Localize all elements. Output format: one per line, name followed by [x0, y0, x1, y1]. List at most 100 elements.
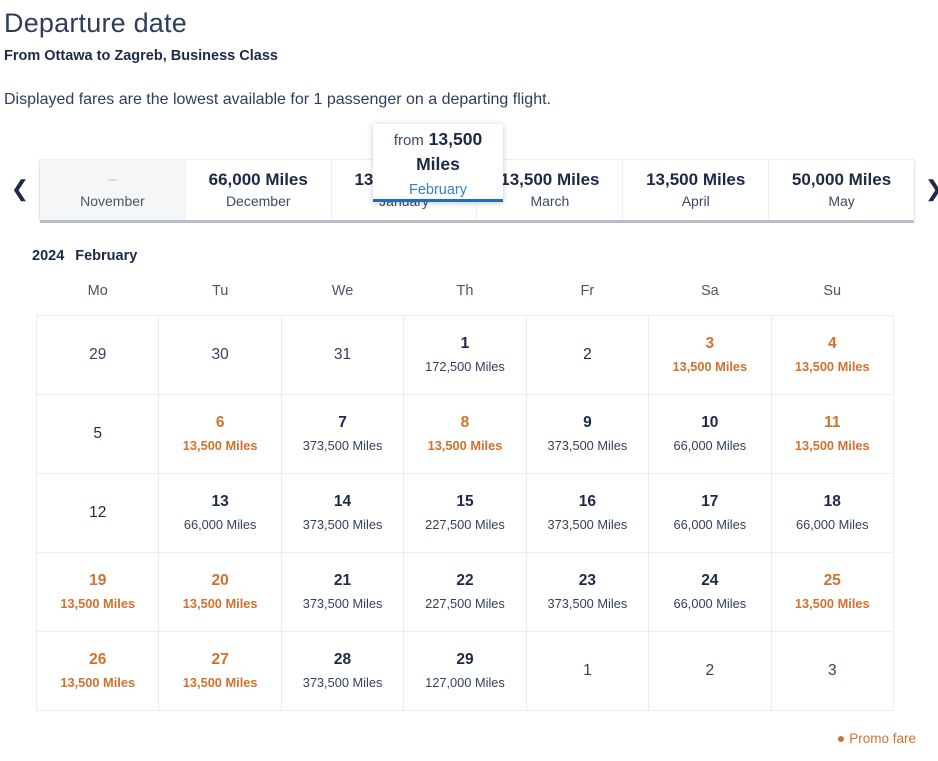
day-fare: 66,000 Miles — [183, 517, 257, 532]
day-number: 22 — [456, 572, 474, 589]
month-tab-december[interactable]: 66,000 Miles December — [185, 160, 332, 220]
day-fare: 373,500 Miles — [302, 596, 383, 611]
day-number: 8 — [460, 414, 470, 431]
day-fare: 13,500 Miles — [60, 675, 136, 690]
month-tab-april[interactable]: 13,500 Miles April — [623, 160, 770, 220]
day-number: 14 — [333, 493, 352, 510]
weekday-we: We — [331, 283, 354, 299]
weekday-fr: Fr — [580, 283, 595, 299]
day-cell-10[interactable]: 10 66,000 Miles — [648, 394, 772, 474]
day-number: 1 — [460, 335, 470, 352]
promo-legend-label: Promo fare — [849, 731, 916, 746]
day-cell-16[interactable]: 16 373,500 Miles — [525, 473, 650, 553]
month-tab-november[interactable]: – November — [40, 160, 186, 220]
day-fare: 66,000 Miles — [673, 438, 747, 453]
day-number: 28 — [333, 651, 352, 668]
day-number: 17 — [701, 493, 719, 510]
calendar-week-row: 5 6 13,500 Miles 7 373,500 Miles 8 13,500 Mile… — [35, 394, 895, 474]
day-fare: 13,500 Miles — [794, 359, 870, 374]
day-fare: 127,000 Miles — [425, 675, 505, 690]
calendar-week-row: 12 13 66,000 Miles 14 373,500 Miles 15 227,500… — [35, 473, 895, 553]
chevron-right-icon[interactable]: ❯ — [922, 172, 938, 206]
day-fare: 227,500 Miles — [425, 517, 505, 532]
day-cell-26[interactable]: 26 13,500 Miles — [35, 631, 160, 711]
day-number: 25 — [823, 572, 841, 589]
day-number: 18 — [823, 493, 841, 510]
calendar-week-row: 26 13,500 Miles 27 13,500 Miles 28 373,500 Mi… — [35, 631, 895, 711]
day-fare: 172,500 Miles — [425, 359, 505, 374]
day-cell-9[interactable]: 9 373,500 Miles — [525, 394, 650, 474]
calendar-month-name: February — [75, 248, 138, 264]
day-cell-28[interactable]: 28 373,500 Miles — [280, 631, 405, 711]
day-number: 29 — [89, 346, 107, 363]
day-number: 19 — [89, 572, 107, 589]
day-cell-6[interactable]: 6 13,500 Miles — [158, 394, 282, 474]
month-tab-fare: 13,500 Miles — [500, 170, 600, 189]
promo-fare-legend: Promo fare — [838, 731, 916, 746]
day-number: 12 — [89, 504, 107, 521]
day-cell-20[interactable]: 20 13,500 Miles — [158, 552, 282, 632]
day-number: 3 — [827, 662, 837, 679]
day-number: 13 — [211, 493, 229, 510]
day-cell-3[interactable]: 3 13,500 Miles — [648, 315, 772, 395]
day-cell-23[interactable]: 23 373,500 Miles — [525, 552, 650, 632]
day-number: 26 — [89, 651, 107, 668]
day-number: 5 — [93, 425, 103, 442]
day-cell-29: 29 — [35, 315, 160, 395]
month-carousel: ❮ ❯ – November 66,000 Miles December 13,500 … — [0, 124, 938, 234]
day-fare: 373,500 Miles — [302, 517, 383, 532]
calendar-body: 29 30 31 1 172,500 Miles 2 3 13,500 Miles 4 13,50… — [35, 315, 895, 711]
month-tab-may[interactable]: 50,000 Miles May — [769, 160, 914, 220]
month-tab-fare: 66,000 Miles — [208, 170, 308, 189]
day-fare: 13,500 Miles — [182, 675, 258, 690]
route-summary: From Ottawa to Zagreb, Business Class — [4, 48, 278, 64]
active-month-fare: 13,500 Miles — [416, 129, 483, 174]
day-cell-7[interactable]: 7 373,500 Miles — [280, 394, 405, 474]
day-number: 27 — [211, 651, 229, 668]
month-tab-label: March — [530, 193, 570, 209]
day-fare: 373,500 Miles — [547, 438, 628, 453]
month-tab-february-active[interactable]: from 13,500 Miles February — [373, 124, 503, 202]
day-cell-8[interactable]: 8 13,500 Miles — [403, 394, 527, 474]
day-cell-5[interactable]: 5 — [35, 394, 160, 474]
chevron-left-icon[interactable]: ❮ — [8, 172, 32, 206]
day-cell-15[interactable]: 15 227,500 Miles — [403, 473, 527, 553]
promo-dot-icon — [838, 735, 845, 742]
day-cell-13[interactable]: 13 66,000 Miles — [158, 473, 282, 553]
day-cell-25[interactable]: 25 13,500 Miles — [770, 552, 895, 632]
weekday-header-row: Mo Tu We Th Fr Sa Su — [37, 282, 894, 316]
day-cell-2[interactable]: 2 — [525, 315, 650, 395]
day-cell-11[interactable]: 11 13,500 Miles — [770, 394, 895, 474]
calendar-week-row: 29 30 31 1 172,500 Miles 2 3 13,500 Miles 4 13,50… — [35, 315, 895, 395]
day-fare: 13,500 Miles — [60, 596, 136, 611]
day-cell-27[interactable]: 27 13,500 Miles — [158, 631, 282, 711]
day-cell-19[interactable]: 19 13,500 Miles — [35, 552, 160, 632]
day-cell-18[interactable]: 18 66,000 Miles — [770, 473, 895, 553]
active-month-label: February — [408, 182, 468, 198]
fare-disclaimer: Displayed fares are the lowest available… — [4, 91, 551, 108]
day-fare: 373,500 Miles — [547, 596, 628, 611]
fare-calendar: Mo Tu We Th Fr Sa Su 29 30 31 1 172,500 Miles 2 3 13,… — [35, 282, 895, 711]
day-number: 15 — [456, 493, 474, 510]
day-cell-22[interactable]: 22 227,500 Miles — [403, 552, 527, 632]
day-fare: 13,500 Miles — [182, 438, 258, 453]
day-fare: 373,500 Miles — [302, 438, 383, 453]
month-tab-label: April — [681, 193, 710, 209]
day-cell-17[interactable]: 17 66,000 Miles — [648, 473, 772, 553]
day-cell-14[interactable]: 14 373,500 Miles — [280, 473, 405, 553]
day-cell-4[interactable]: 4 13,500 Miles — [770, 315, 895, 395]
day-cell-24[interactable]: 24 66,000 Miles — [648, 552, 772, 632]
day-cell-29[interactable]: 29 127,000 Miles — [403, 631, 527, 711]
day-cell-1[interactable]: 1 172,500 Miles — [403, 315, 527, 395]
day-number: 31 — [333, 346, 352, 363]
day-number: 21 — [333, 572, 352, 589]
month-tab-fare: 50,000 Miles — [791, 170, 892, 189]
page-header: Departure date From Ottawa to Zagreb, Bu… — [0, 0, 938, 110]
day-cell-21[interactable]: 21 373,500 Miles — [280, 552, 405, 632]
month-tab-fare: – — [108, 171, 117, 188]
day-cell-12[interactable]: 12 — [35, 473, 160, 553]
calendar-year: 2024 — [32, 248, 65, 264]
weekday-su: Su — [823, 283, 842, 299]
day-number: 9 — [583, 414, 592, 431]
day-number: 10 — [701, 414, 719, 431]
